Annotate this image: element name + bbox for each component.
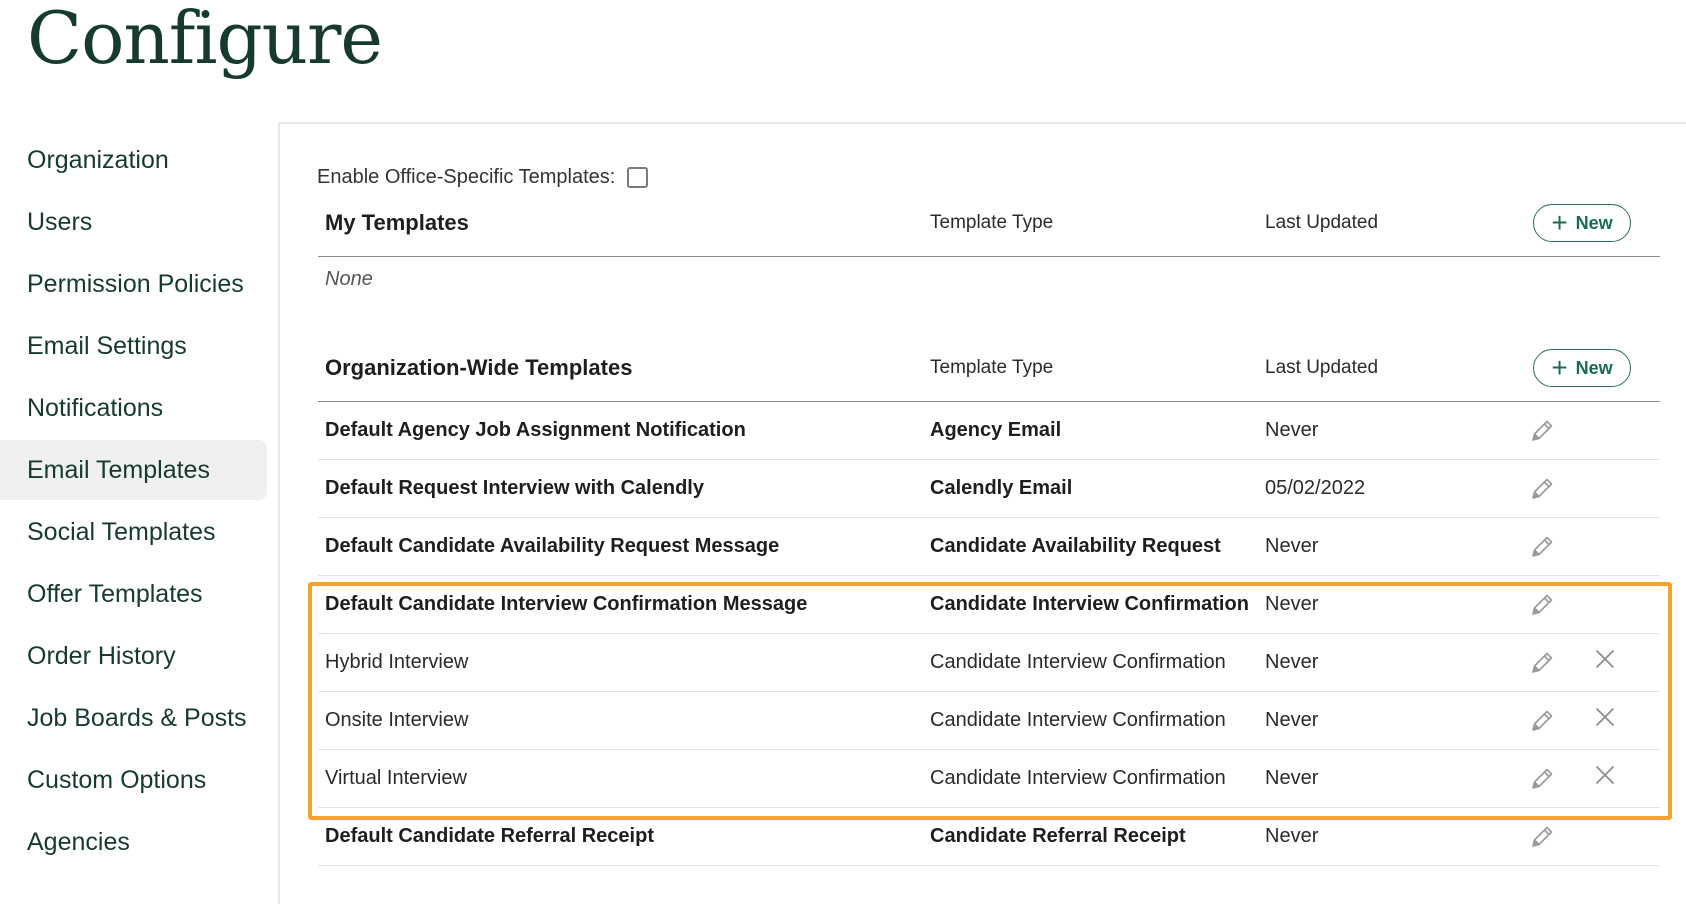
template-type: Candidate Interview Confirmation	[930, 651, 1226, 673]
sidebar-item-order-history[interactable]: Order History	[0, 626, 267, 686]
close-icon[interactable]	[1594, 764, 1616, 786]
table-row: Hybrid Interview Candidate Interview Conf…	[318, 634, 1660, 692]
last-updated: Never	[1265, 593, 1319, 615]
template-name[interactable]: Default Agency Job Assignment Notificati…	[325, 419, 746, 442]
template-type: Agency Email	[930, 419, 1062, 441]
last-updated: Never	[1265, 651, 1319, 673]
pencil-icon[interactable]	[1528, 533, 1556, 561]
close-icon[interactable]	[1594, 706, 1616, 728]
column-header-type: Template Type	[930, 357, 1054, 378]
table-row: Onsite Interview Candidate Interview Conf…	[318, 692, 1660, 750]
enable-office-label: Enable Office-Specific Templates:	[317, 166, 616, 188]
sidebar-item-custom-options[interactable]: Custom Options	[0, 750, 267, 810]
template-type: Candidate Interview Confirmation	[930, 709, 1226, 731]
pencil-icon[interactable]	[1528, 823, 1556, 851]
sidebar-item-organization[interactable]: Organization	[0, 130, 267, 190]
enable-office-row: Enable Office-Specific Templates:	[317, 166, 649, 189]
section-title: Organization-Wide Templates	[325, 355, 633, 380]
template-name[interactable]: Virtual Interview	[325, 767, 467, 790]
table-row: Default Candidate Availability Request M…	[318, 518, 1660, 576]
empty-state-text: None	[325, 268, 373, 290]
plus-icon: +	[1551, 352, 1568, 383]
sidebar-item-users[interactable]: Users	[0, 192, 267, 252]
column-header-updated: Last Updated	[1265, 212, 1379, 233]
last-updated: Never	[1265, 709, 1319, 731]
my-templates-header: My Templates Template Type Last Updated …	[318, 190, 1660, 257]
column-header-updated: Last Updated	[1265, 357, 1379, 378]
last-updated: 05/02/2022	[1265, 477, 1366, 499]
pencil-icon[interactable]	[1528, 649, 1556, 677]
templates-panel: Enable Office-Specific Templates: My Tem…	[278, 122, 1686, 904]
sidebar-item-email-templates[interactable]: Email Templates	[0, 440, 267, 500]
last-updated: Never	[1265, 825, 1319, 847]
sidebar-item-job-boards-posts[interactable]: Job Boards & Posts	[0, 688, 267, 748]
column-header-type: Template Type	[930, 212, 1054, 233]
template-type: Candidate Interview Confirmation	[930, 767, 1226, 789]
last-updated: Never	[1265, 767, 1319, 789]
template-name[interactable]: Hybrid Interview	[325, 651, 468, 674]
plus-icon: +	[1551, 207, 1568, 238]
page-title: Configure	[27, 0, 383, 80]
close-icon[interactable]	[1594, 648, 1616, 670]
sidebar-item-notifications[interactable]: Notifications	[0, 378, 267, 438]
template-name[interactable]: Default Request Interview with Calendly	[325, 477, 704, 500]
last-updated: Never	[1265, 535, 1319, 557]
template-name[interactable]: Default Candidate Interview Confirmation…	[325, 593, 807, 616]
my-templates-section: My Templates Template Type Last Updated …	[318, 190, 1660, 290]
pencil-icon[interactable]	[1528, 765, 1556, 793]
org-templates-header: Organization-Wide Templates Template Typ…	[318, 335, 1660, 402]
enable-office-checkbox[interactable]	[627, 167, 649, 188]
table-row: Default Agency Job Assignment Notificati…	[318, 402, 1660, 460]
last-updated: Never	[1265, 419, 1319, 441]
sidebar-nav: Organization Users Permission Policies E…	[0, 130, 267, 874]
sidebar-item-social-templates[interactable]: Social Templates	[0, 502, 267, 562]
org-templates-section: Organization-Wide Templates Template Typ…	[318, 335, 1660, 866]
sidebar-item-permission-policies[interactable]: Permission Policies	[0, 254, 267, 314]
template-type: Candidate Availability Request	[930, 535, 1221, 557]
table-row: Default Request Interview with Calendly C…	[318, 460, 1660, 518]
template-table-body: Default Agency Job Assignment Notificati…	[318, 402, 1660, 866]
new-org-template-button[interactable]: + New	[1533, 349, 1631, 387]
pencil-icon[interactable]	[1528, 707, 1556, 735]
new-button-label: New	[1575, 212, 1613, 233]
template-type: Candidate Referral Receipt	[930, 825, 1186, 847]
template-name[interactable]: Onsite Interview	[325, 709, 468, 732]
table-row: Default Candidate Interview Confirmation…	[318, 576, 1660, 634]
template-type: Candidate Interview Confirmation	[930, 593, 1249, 615]
table-row: Default Candidate Referral Receipt Candid…	[318, 808, 1660, 866]
template-name[interactable]: Default Candidate Referral Receipt	[325, 825, 654, 848]
pencil-icon[interactable]	[1528, 475, 1556, 503]
pencil-icon[interactable]	[1528, 591, 1556, 619]
sidebar-item-email-settings[interactable]: Email Settings	[0, 316, 267, 376]
table-row: Virtual Interview Candidate Interview Con…	[318, 750, 1660, 808]
sidebar-item-agencies[interactable]: Agencies	[0, 812, 267, 872]
new-button-label: New	[1575, 357, 1613, 378]
pencil-icon[interactable]	[1528, 417, 1556, 445]
template-name[interactable]: Default Candidate Availability Request M…	[325, 535, 779, 558]
sidebar-item-offer-templates[interactable]: Offer Templates	[0, 564, 267, 624]
new-my-template-button[interactable]: + New	[1533, 204, 1631, 242]
template-type: Calendly Email	[930, 477, 1073, 499]
section-title: My Templates	[325, 210, 469, 235]
